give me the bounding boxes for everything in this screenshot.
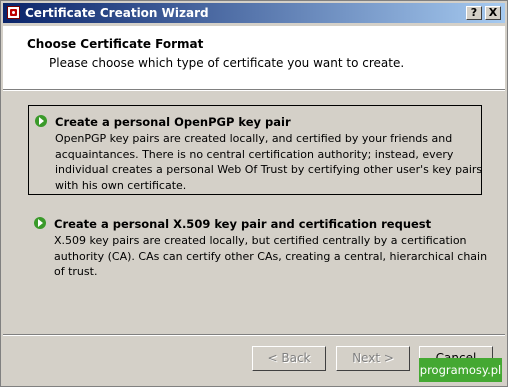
option-description: OpenPGP key pairs are created locally, a…: [55, 131, 483, 193]
option-description-line: with his own certificate.: [55, 178, 187, 192]
option-description-line: of trust.: [54, 265, 98, 278]
back-button[interactable]: < Back: [252, 346, 326, 371]
option-description-line: individual creates a personal Web Of Tru…: [55, 163, 483, 176]
wizard-header: Choose Certificate Format Please choose …: [3, 26, 505, 89]
option-openpgp[interactable]: Create a personal OpenPGP key pair OpenP…: [28, 105, 482, 195]
footer-separator: [3, 334, 505, 336]
option-description-line: acquaintances. There is no central certi…: [55, 147, 454, 161]
certificate-app-icon: [7, 6, 20, 19]
window-title: Certificate Creation Wizard: [25, 6, 209, 20]
option-description: X.509 key pairs are created locally, but…: [54, 233, 488, 280]
option-title: Create a personal OpenPGP key pair: [55, 115, 291, 129]
certificate-wizard-window: Certificate Creation Wizard ? X Choose C…: [0, 0, 508, 387]
option-description-line: OpenPGP key pairs are created locally, a…: [55, 132, 453, 145]
option-description-line: X.509 key pairs are created locally, but…: [54, 234, 467, 247]
close-button[interactable]: X: [485, 6, 501, 20]
green-arrow-icon: [35, 115, 47, 127]
option-description-line: authority (CA). CAs can certify other CA…: [54, 249, 488, 263]
page-title: Choose Certificate Format: [27, 37, 204, 51]
option-title: Create a personal X.509 key pair and cer…: [54, 217, 432, 231]
option-x509[interactable]: Create a personal X.509 key pair and cer…: [28, 208, 488, 280]
title-bar[interactable]: Certificate Creation Wizard ? X: [3, 3, 505, 23]
green-arrow-icon: [34, 217, 46, 229]
watermark-badge: programosy.pl: [419, 358, 502, 382]
next-button[interactable]: Next >: [336, 346, 410, 371]
help-button[interactable]: ?: [466, 6, 482, 20]
header-separator: [3, 89, 505, 91]
page-subtitle: Please choose which type of certificate …: [49, 56, 405, 70]
